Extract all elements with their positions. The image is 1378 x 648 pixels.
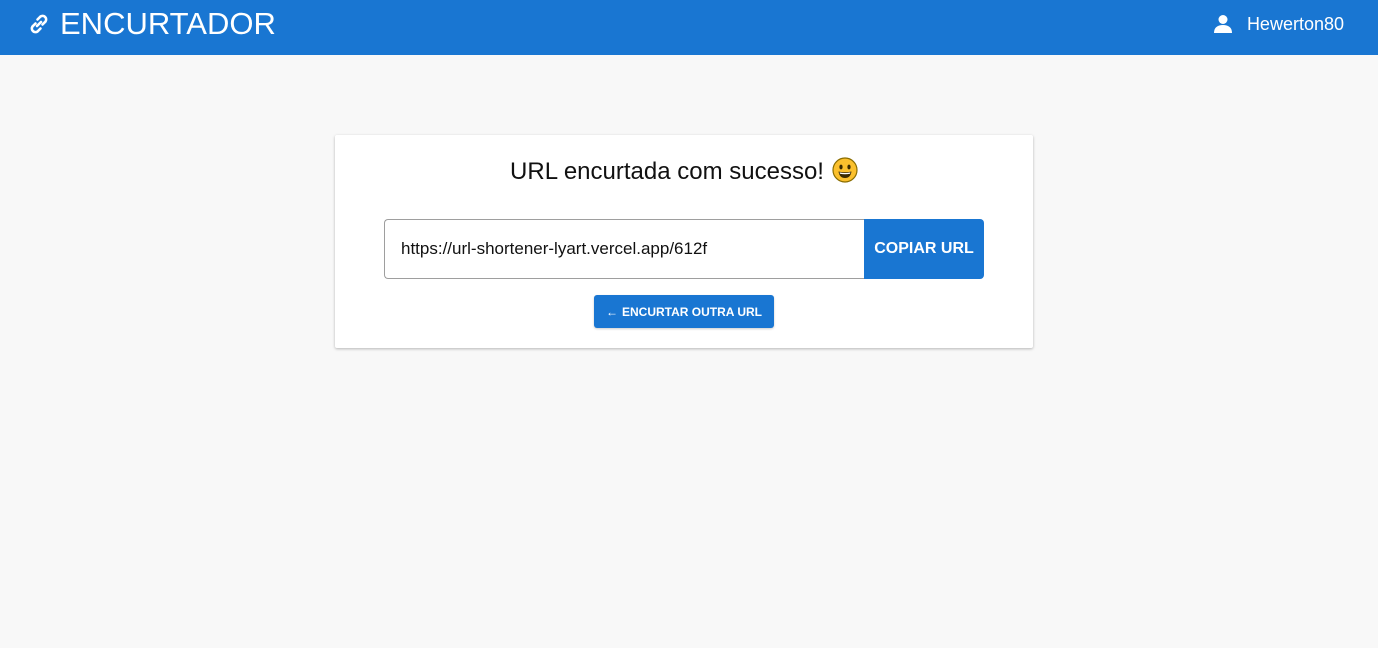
shorten-another-url-button[interactable]: ← ENCURTAR OUTRA URL <box>594 295 774 328</box>
copy-url-button[interactable]: COPIAR URL <box>864 219 984 279</box>
user-icon <box>1213 14 1233 34</box>
user-menu[interactable]: Hewerton80 <box>1213 11 1344 37</box>
grinning-face-icon <box>832 157 858 183</box>
short-url-field[interactable] <box>384 219 864 279</box>
app-title: ENCURTADOR <box>60 6 276 41</box>
result-heading: URL encurtada com sucesso! <box>335 157 1033 187</box>
brand[interactable]: ENCURTADOR <box>26 5 276 43</box>
arrow-left-icon: ← <box>606 304 618 319</box>
result-card: URL encurtada com sucesso! COPIAR URL ← … <box>335 135 1033 348</box>
shorten-another-url-label: ENCURTAR OUTRA URL <box>622 304 762 319</box>
username: Hewerton80 <box>1246 14 1344 34</box>
top-app-bar: ENCURTADOR Hewerton80 <box>0 0 1378 55</box>
link-icon <box>26 11 52 37</box>
result-heading-text: URL encurtada com sucesso! <box>510 158 824 185</box>
